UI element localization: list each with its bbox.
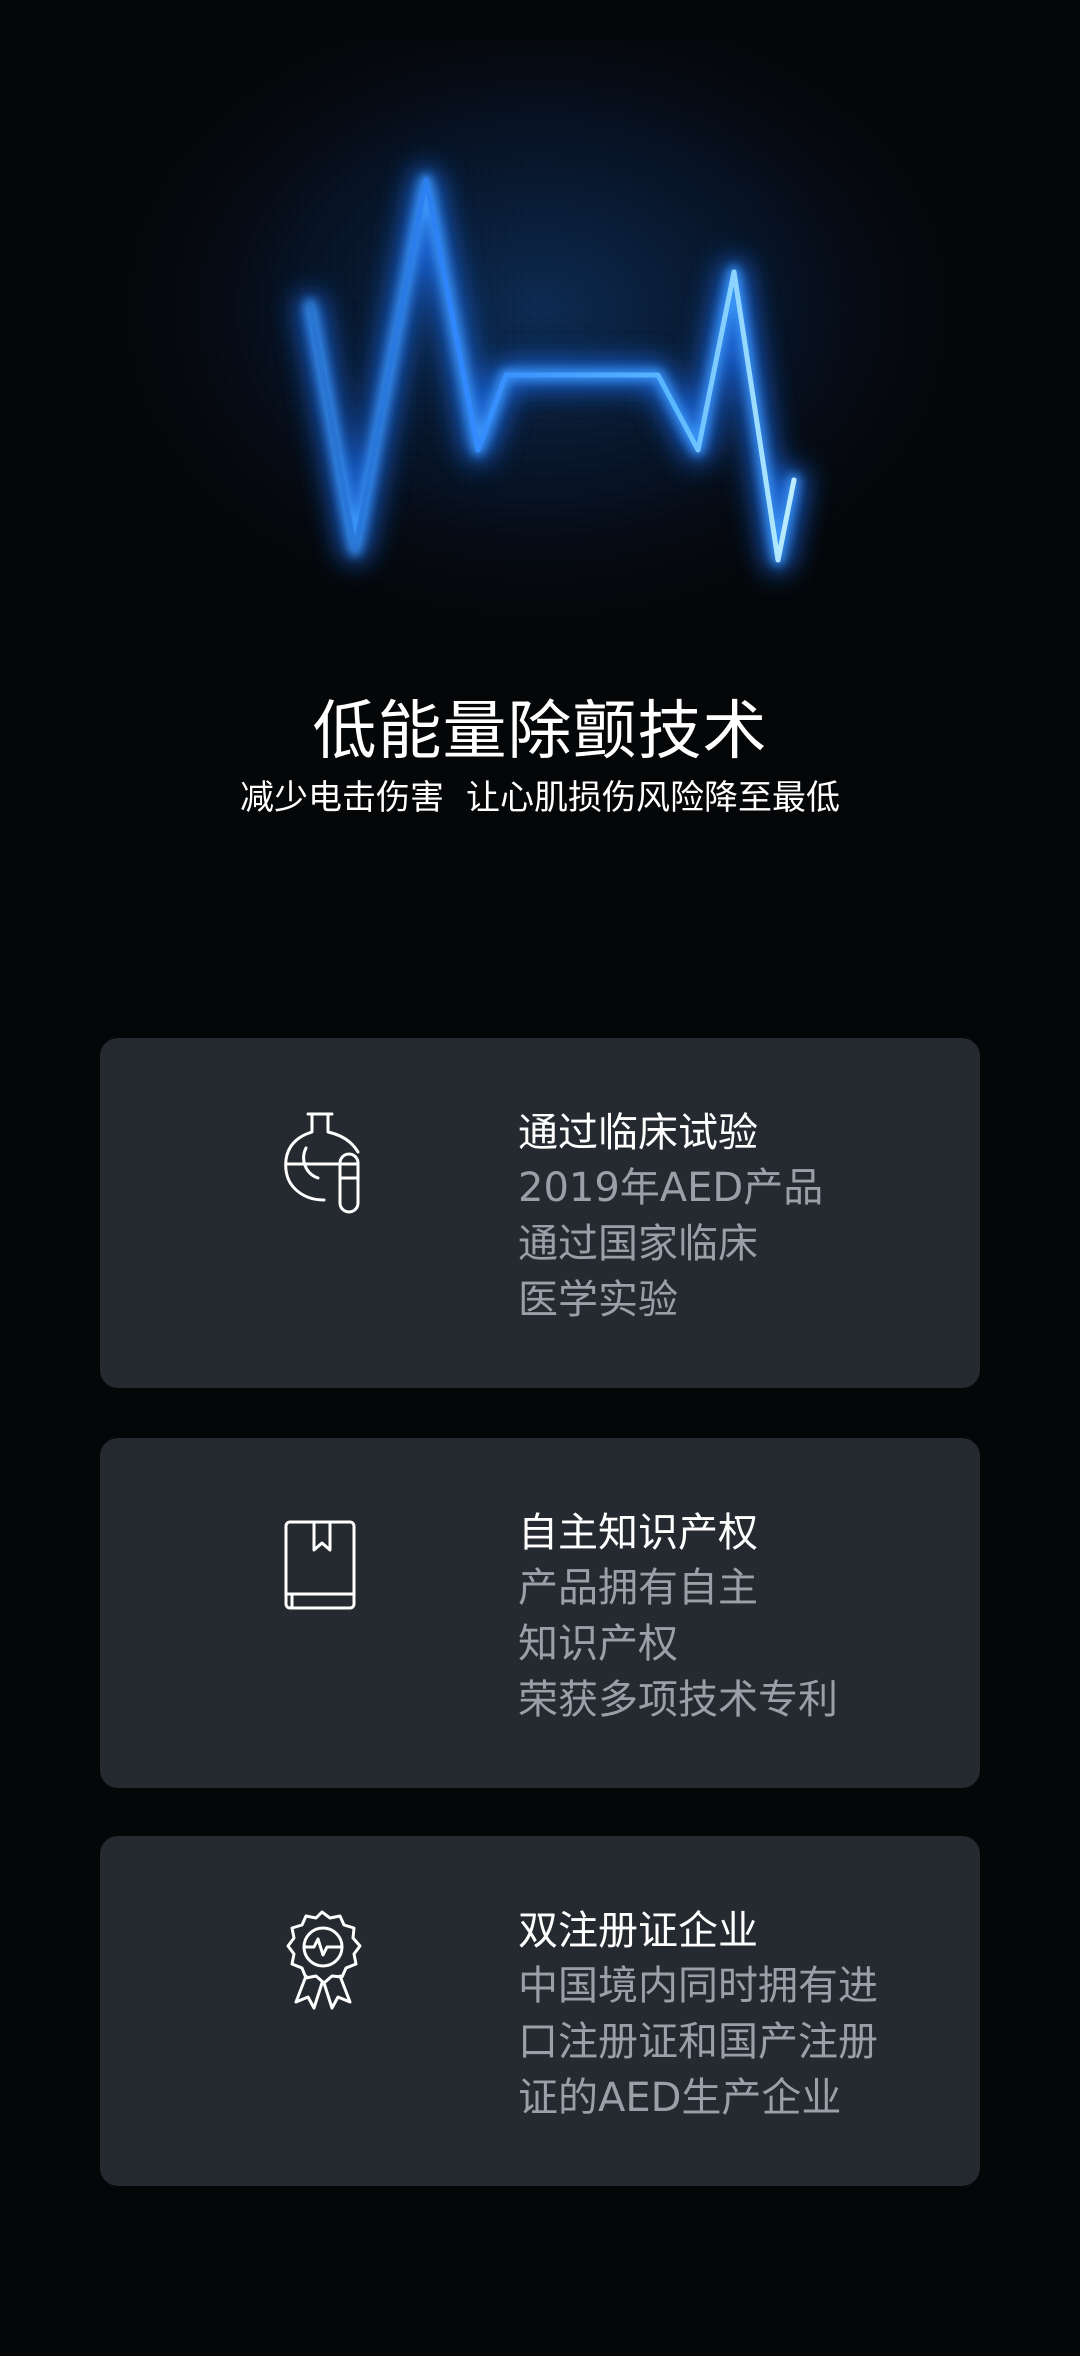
hero-title: 低能量除颤技术: [312, 695, 768, 769]
card-description-line: 医学实验: [518, 1277, 678, 1323]
card-description-line: 产品拥有自主: [518, 1565, 758, 1611]
feature-card-clinical-trial: 通过临床试验 2019年AED产品 通过国家临床 医学实验: [100, 1038, 980, 1388]
card-description-line: 口注册证和国产注册: [518, 2019, 878, 2065]
card-title: 双注册证企业: [518, 1908, 758, 1954]
card-description-line: 2019年AED产品: [518, 1165, 824, 1211]
hero-section: [0, 0, 1080, 680]
feature-card-registration: 双注册证企业 中国境内同时拥有进 口注册证和国产注册 证的AED生产企业: [100, 1836, 980, 2186]
card-title: 通过临床试验: [518, 1110, 758, 1156]
certified-badge-icon: [286, 1910, 362, 2010]
hero-subtitle-part2: 让心肌损伤风险降至最低: [466, 778, 840, 818]
hero-subtitle: 减少电击伤害 让心肌损伤风险降至最低: [0, 770, 1080, 819]
card-description-line: 中国境内同时拥有进: [518, 1963, 878, 2009]
card-description: 产品拥有自主 知识产权 荣获多项技术专利: [518, 1560, 838, 1728]
card-title: 自主知识产权: [518, 1510, 758, 1556]
book-bookmark-icon: [284, 1520, 356, 1610]
heartbeat-glow-icon: [110, 40, 970, 680]
card-description: 2019年AED产品 通过国家临床 医学实验: [518, 1160, 823, 1328]
feature-card-ip: 自主知识产权 产品拥有自主 知识产权 荣获多项技术专利: [100, 1438, 980, 1788]
card-description-line: 知识产权: [518, 1621, 678, 1667]
card-description-line: 荣获多项技术专利: [518, 1677, 838, 1723]
lab-flask-icon: [284, 1112, 360, 1214]
card-description-line: 通过国家临床: [518, 1221, 758, 1267]
card-description: 中国境内同时拥有进 口注册证和国产注册 证的AED生产企业: [518, 1958, 878, 2126]
hero-subtitle-part1: 减少电击伤害: [240, 778, 444, 818]
card-description-line: 证的AED生产企业: [518, 2075, 842, 2121]
